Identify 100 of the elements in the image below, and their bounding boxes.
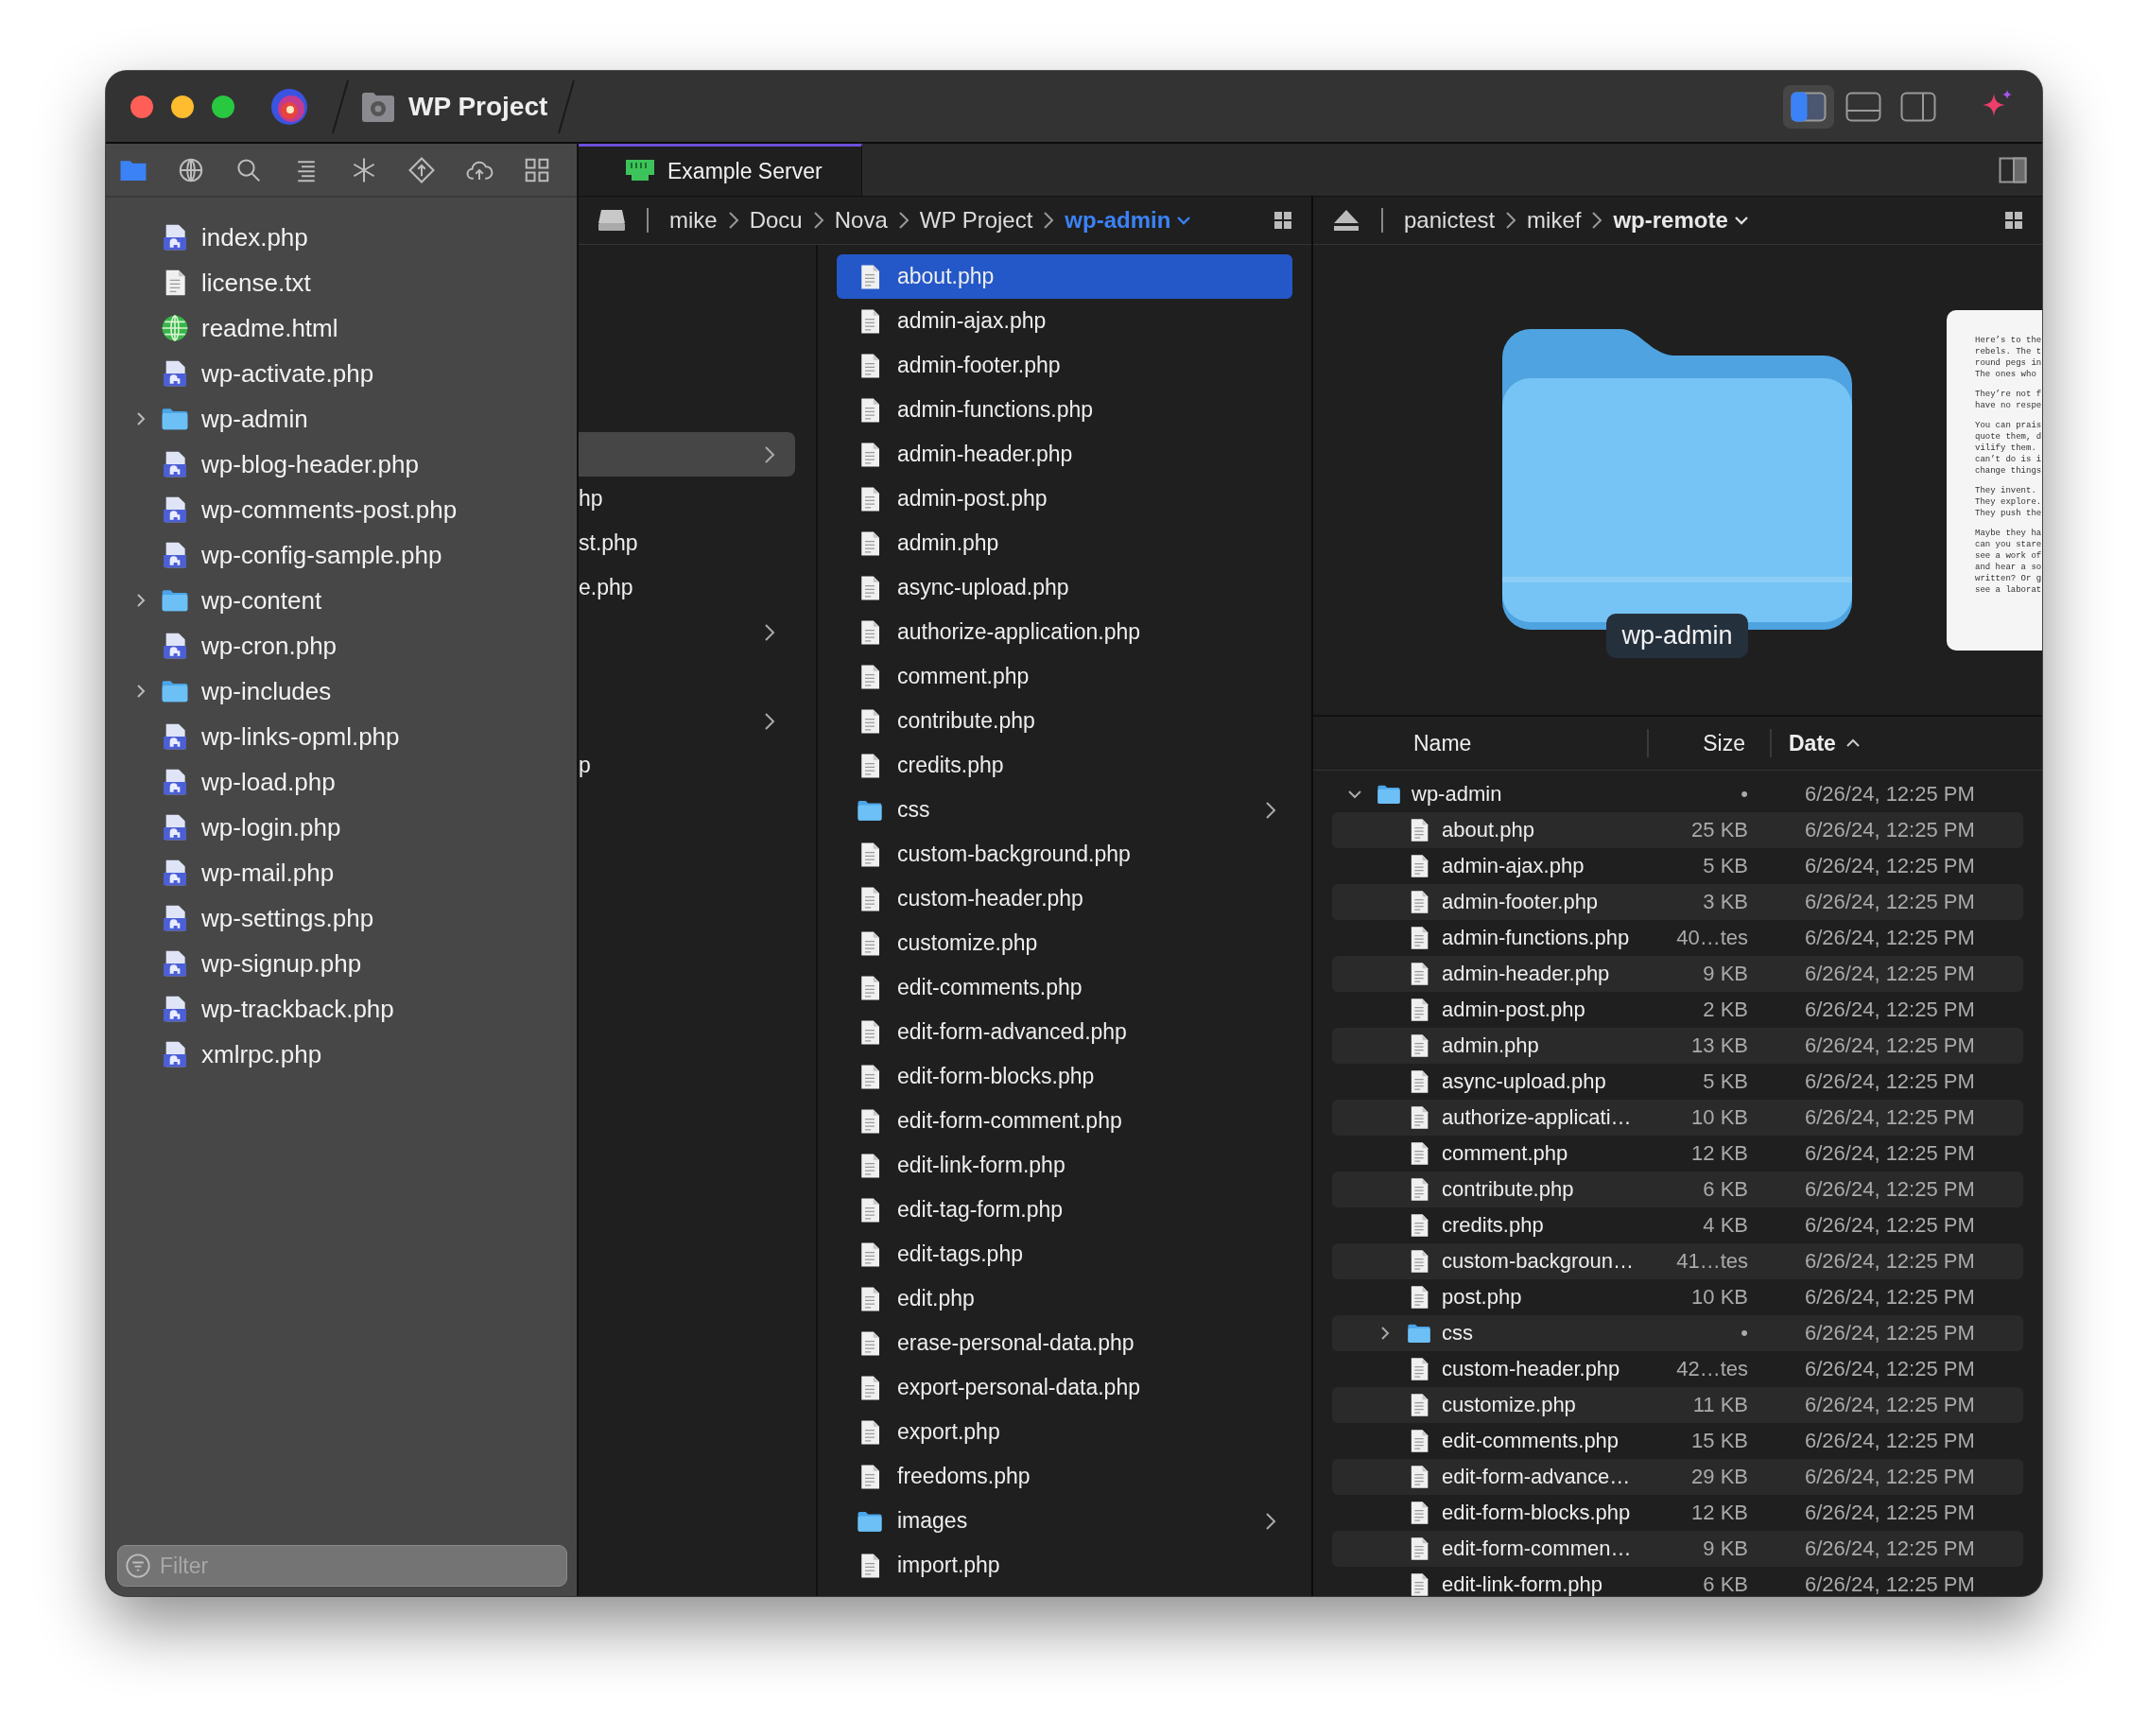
file-row[interactable]: p <box>579 743 795 788</box>
file-row[interactable]: authorize-application.php <box>837 610 1292 654</box>
table-cell: 6/26/24, 12:25 PM <box>1805 1249 1975 1274</box>
file-row[interactable]: custom-header.php <box>837 877 1292 921</box>
file-row[interactable]: comment.php <box>837 654 1292 699</box>
file-row[interactable]: e.php <box>579 565 795 610</box>
grid-icon[interactable] <box>1273 211 1292 230</box>
breadcrumb-item[interactable]: panictest <box>1404 207 1496 234</box>
chevron-icon <box>811 210 825 231</box>
file-row[interactable]: edit-comments.php <box>837 965 1292 1010</box>
table-cell-text: 13 KB <box>1690 1033 1748 1058</box>
file-row[interactable]: freedoms.php <box>837 1454 1292 1499</box>
document-text-line: You can prais <box>1975 419 2042 431</box>
grid-icon[interactable] <box>2004 211 2023 230</box>
file-name[interactable]: wp-trackback.php <box>201 994 394 1024</box>
breadcrumb-item[interactable]: Docu <box>749 207 803 234</box>
file-row[interactable]: hp <box>579 477 795 521</box>
table-cell: admin-footer.php <box>1442 890 1599 914</box>
file-name[interactable]: wp-mail.php <box>201 858 335 888</box>
file-row[interactable]: admin-footer.php <box>837 343 1292 388</box>
breadcrumb-item[interactable]: mikef <box>1527 207 1582 234</box>
file-name[interactable]: wp-load.php <box>201 767 336 797</box>
file-name[interactable]: wp-login.php <box>201 812 341 842</box>
file-row[interactable]: import.php <box>837 1543 1292 1588</box>
eject-icon[interactable] <box>1332 208 1360 233</box>
document-text-line: round pegs in <box>1975 356 2042 369</box>
minimize-button[interactable] <box>171 95 194 118</box>
file-row[interactable]: edit.php <box>837 1276 1292 1321</box>
chevron-icon <box>1264 1510 1277 1532</box>
file-row[interactable]: edit-link-form.php <box>837 1143 1292 1188</box>
file-row[interactable]: edit-form-advanced.php <box>837 1010 1292 1054</box>
breadcrumb-item[interactable]: WP Project <box>919 207 1033 234</box>
column-header[interactable]: Name <box>1313 729 1649 757</box>
file-row[interactable]: edit-tag-form.php <box>837 1188 1292 1232</box>
file-row[interactable]: custom-background.php <box>837 832 1292 877</box>
table-cell: admin-functions.php <box>1442 926 1630 950</box>
file-name[interactable]: wp-links-opml.php <box>201 721 400 752</box>
breadcrumb-item[interactable]: mike <box>669 207 718 234</box>
file-name[interactable]: wp-config-sample.php <box>201 540 442 570</box>
file-row[interactable]: credits.php <box>837 743 1292 788</box>
table-cell: 6/26/24, 12:25 PM <box>1805 998 1975 1022</box>
table-cell: contribute.php <box>1442 1177 1574 1202</box>
document-text-line: quote them, d <box>1975 430 2042 443</box>
file-row[interactable]: export-personal-data.php <box>837 1365 1292 1410</box>
tab[interactable]: Example Server <box>579 144 862 196</box>
file-row[interactable]: admin-header.php <box>837 432 1292 477</box>
file-row[interactable]: admin-ajax.php <box>837 299 1292 343</box>
file-name[interactable]: index.php <box>201 222 308 252</box>
table-cell-text: 3 KB <box>1702 890 1748 914</box>
file-row[interactable]: edit-form-blocks.php <box>837 1054 1292 1099</box>
file-name[interactable]: wp-includes <box>201 676 332 706</box>
file-row[interactable]: customize.php <box>837 921 1292 965</box>
table-cell: 6/26/24, 12:25 PM <box>1805 1033 1975 1058</box>
file-row[interactable]: css <box>837 788 1292 832</box>
file-name[interactable]: wp-settings.php <box>201 903 374 933</box>
file-row[interactable]: erase-personal-data.php <box>837 1321 1292 1365</box>
file-name[interactable]: xmlrpc.php <box>201 1039 322 1069</box>
left-sidebar-toggle[interactable] <box>1783 84 1834 129</box>
file-name[interactable]: wp-activate.php <box>201 358 374 389</box>
file-row[interactable]: st.php <box>579 521 795 565</box>
table-cell: 6/26/24, 12:25 PM <box>1805 818 1975 842</box>
document-text-line: see a laborat <box>1975 583 2042 596</box>
diamond-icon[interactable] <box>407 155 436 184</box>
file-row[interactable]: images <box>837 1499 1292 1543</box>
file-row[interactable]: about.php <box>837 254 1292 299</box>
document-text-line: can’t do is i <box>1975 453 2042 465</box>
breadcrumb-item[interactable]: wp-remote <box>1613 207 1749 234</box>
file-row[interactable]: export.php <box>837 1410 1292 1454</box>
file-row[interactable]: edit-form-comment.php <box>837 1099 1292 1143</box>
document-text-line: They explore. <box>1975 495 2042 508</box>
table-cell: credits.php <box>1442 1213 1544 1238</box>
caret-icon <box>1733 214 1749 227</box>
document-text-line: They push the <box>1975 507 2042 519</box>
drive-icon[interactable] <box>598 208 626 233</box>
file-name[interactable]: wp-blog-header.php <box>201 449 419 479</box>
table-cell: 6/26/24, 12:25 PM <box>1805 1357 1975 1381</box>
breadcrumb-item[interactable]: Nova <box>834 207 888 234</box>
column-header[interactable]: Date <box>1772 729 1861 757</box>
table-cell: 6/26/24, 12:25 PM <box>1805 1321 1975 1345</box>
file-name[interactable]: wp-content <box>201 585 322 616</box>
file-name[interactable]: wp-cron.php <box>201 631 338 661</box>
column-header[interactable]: Size <box>1649 729 1772 757</box>
breadcrumb-item[interactable]: wp-admin <box>1065 207 1192 234</box>
file-name[interactable]: readme.html <box>201 313 338 343</box>
document-text-line: vilify them. <box>1975 442 2037 454</box>
file-name[interactable]: wp-signup.php <box>201 948 362 979</box>
caret-icon <box>1176 214 1192 227</box>
zoom-button[interactable] <box>212 95 234 118</box>
close-button[interactable] <box>130 95 153 118</box>
file-row[interactable]: async-upload.php <box>837 565 1292 610</box>
file-row[interactable]: admin.php <box>837 521 1292 565</box>
table-cell-text: 11 KB <box>1691 1393 1748 1417</box>
file-row[interactable]: admin-post.php <box>837 477 1292 521</box>
table-cell: admin-ajax.php <box>1442 854 1585 878</box>
file-row[interactable]: admin-functions.php <box>837 388 1292 432</box>
file-name[interactable]: wp-admin <box>201 404 308 434</box>
file-name[interactable]: wp-comments-post.php <box>201 495 458 525</box>
file-row[interactable]: edit-tags.php <box>837 1232 1292 1276</box>
file-row[interactable]: contribute.php <box>837 699 1292 743</box>
file-name[interactable]: license.txt <box>201 268 311 298</box>
